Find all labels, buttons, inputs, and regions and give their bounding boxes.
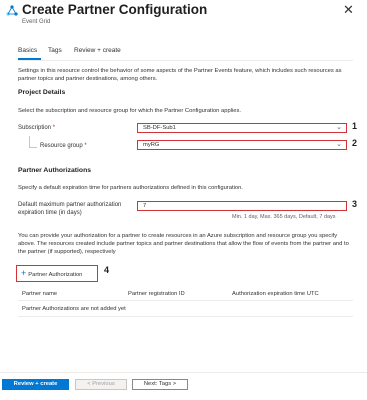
resource-group-label: Resource group *: [40, 143, 87, 149]
required-mark: *: [52, 125, 56, 131]
previous-button[interactable]: < Previous: [75, 379, 127, 390]
expiration-hint: Min. 1 day, Max. 365 days, Default, 7 da…: [232, 214, 336, 220]
resource-group-value: myRG: [143, 142, 160, 148]
expiration-label-line1: Default maximum partner authorization: [18, 202, 122, 208]
tab-review-create[interactable]: Review + create: [74, 47, 121, 54]
partner-authorizations-heading: Partner Authorizations: [18, 167, 92, 174]
tab-basics[interactable]: Basics: [18, 47, 37, 54]
subscription-label-text: Subscription: [18, 125, 52, 131]
table-row-divider: [18, 316, 353, 317]
callout-badge-1: 1: [352, 121, 358, 131]
subscription-dropdown[interactable]: SB-DF-Sub1 ⌄: [137, 123, 347, 133]
next-tags-button[interactable]: Next: Tags >: [132, 379, 188, 390]
tree-connector-horizontal: [29, 147, 37, 148]
expiration-label: Default maximum partner authorization ex…: [18, 202, 136, 217]
add-partner-authorization-label: Partner Authorization: [28, 272, 83, 278]
tab-tags[interactable]: Tags: [48, 47, 62, 54]
callout-badge-3: 3: [352, 199, 358, 209]
table-empty-message: Partner Authorizations are not added yet: [22, 306, 126, 312]
resource-group-dropdown[interactable]: myRG ⌄: [137, 140, 347, 150]
footer-divider: [0, 372, 367, 373]
intro-text: Settings in this resource control the be…: [18, 68, 342, 82]
expiration-label-line2: expiration time (in days): [18, 209, 82, 216]
expiration-days-input[interactable]: 7: [137, 201, 347, 211]
column-header-registration-id: Partner registration ID: [128, 291, 185, 297]
resource-group-label-text: Resource group: [40, 143, 83, 149]
column-header-expiration-time: Authorization expiration time UTC: [232, 291, 319, 297]
project-details-description: Select the subscription and resource gro…: [18, 108, 241, 114]
callout-badge-4: 4: [104, 265, 110, 275]
required-mark: *: [84, 143, 87, 149]
subscription-label: Subscription *: [18, 125, 55, 131]
tree-connector: [29, 136, 30, 147]
partner-authorizations-description: Specify a default expiration time for pa…: [18, 185, 243, 191]
callout-badge-2: 2: [352, 138, 358, 148]
table-header-divider: [18, 300, 353, 301]
page-subtitle: Event Grid: [22, 19, 51, 25]
add-partner-authorization-button[interactable]: + Partner Authorization: [16, 265, 98, 282]
expiration-days-value: 7: [143, 203, 147, 209]
review-create-button[interactable]: Review + create: [2, 379, 69, 390]
chevron-down-icon: ⌄: [336, 141, 342, 148]
chevron-down-icon: ⌄: [336, 124, 342, 131]
event-grid-icon: [6, 5, 18, 16]
subscription-value: SB-DF-Sub1: [143, 125, 176, 131]
tabs-divider: [18, 60, 353, 61]
column-header-partner-name: Partner name: [22, 291, 58, 297]
page-title: Create Partner Configuration: [22, 2, 208, 17]
project-details-heading: Project Details: [18, 89, 66, 96]
plus-icon: +: [21, 268, 27, 278]
close-icon[interactable]: ✕: [343, 2, 354, 18]
authorization-info-text: You can provide your authorization for a…: [18, 233, 349, 255]
